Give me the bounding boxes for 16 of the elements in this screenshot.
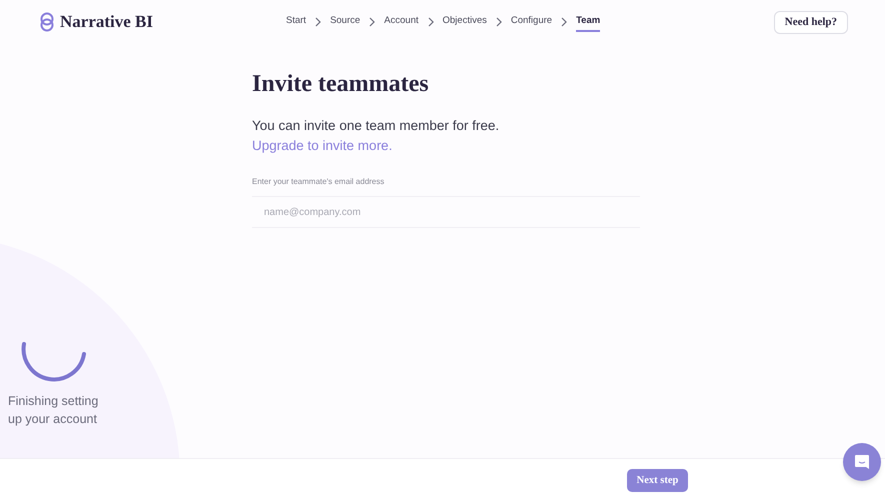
step-tab[interactable]: Start bbox=[286, 12, 306, 32]
brand-name: Narrative BI bbox=[60, 11, 154, 34]
step-tab[interactable]: Source bbox=[330, 12, 360, 32]
field-label: Enter your teammate's email address bbox=[252, 176, 384, 188]
step-tab[interactable]: Account bbox=[384, 12, 418, 32]
progress-message: Finishing setting up your account bbox=[8, 393, 100, 428]
chat-icon bbox=[853, 453, 871, 471]
page-title: Invite teammates bbox=[252, 70, 429, 98]
step-tab[interactable]: Objectives bbox=[442, 12, 487, 32]
step-tab[interactable]: Team bbox=[576, 12, 600, 32]
step-tab[interactable]: Configure bbox=[510, 12, 552, 32]
email-field[interactable]: name@company.com bbox=[252, 196, 640, 228]
intro-text: You can invite one team member for free. bbox=[252, 117, 500, 135]
help-button[interactable]: Need help? bbox=[774, 10, 848, 34]
logo-icon bbox=[40, 12, 54, 32]
chat-button[interactable] bbox=[843, 443, 881, 481]
